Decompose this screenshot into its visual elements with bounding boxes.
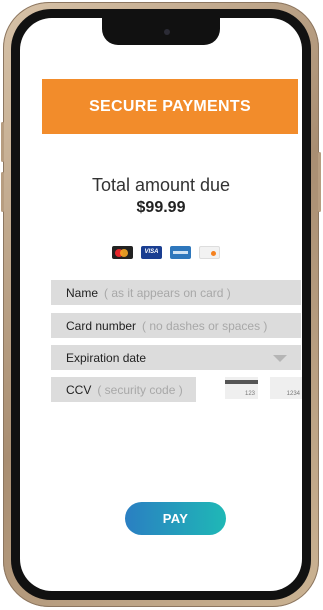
card-back-cvv-icon: 123 bbox=[225, 377, 258, 399]
pay-button[interactable]: PAY bbox=[125, 502, 226, 535]
ccv-field[interactable]: CCV ( security code ) bbox=[51, 377, 196, 402]
notch bbox=[102, 18, 220, 45]
ccv-placeholder: ( security code ) bbox=[97, 382, 183, 397]
card-number-field[interactable]: Card number ( no dashes or spaces ) bbox=[51, 313, 301, 338]
discover-icon bbox=[199, 246, 220, 259]
page-title: SECURE PAYMENTS bbox=[89, 97, 251, 115]
chevron-down-icon[interactable] bbox=[273, 355, 287, 362]
card-front-cvv-icon: 1234 bbox=[270, 377, 302, 399]
total-amount: $99.99 bbox=[136, 199, 186, 216]
card-number-placeholder: ( no dashes or spaces ) bbox=[142, 318, 268, 333]
card-number-label: Card number bbox=[66, 318, 137, 333]
expiration-date-label: Expiration date bbox=[66, 350, 147, 365]
card-back-sample: 123 bbox=[244, 391, 255, 397]
camera-icon bbox=[164, 29, 170, 35]
name-field[interactable]: Name ( as it appears on card ) bbox=[51, 280, 301, 305]
visa-icon: VISA bbox=[141, 246, 162, 259]
expiration-date-select[interactable]: Expiration date bbox=[51, 345, 301, 370]
accepted-cards: VISA bbox=[112, 246, 220, 259]
name-field-label: Name bbox=[66, 285, 99, 300]
magnetic-strip bbox=[225, 380, 258, 384]
card-front-sample: 1234 bbox=[286, 391, 300, 397]
phone-screen: SECURE PAYMENTS Total amount due $99.99 … bbox=[20, 18, 302, 591]
power-button bbox=[318, 152, 321, 212]
name-field-placeholder: ( as it appears on card ) bbox=[104, 285, 231, 300]
volume-button bbox=[1, 122, 4, 162]
ccv-label: CCV bbox=[66, 382, 92, 397]
phone-bezel: SECURE PAYMENTS Total amount due $99.99 … bbox=[11, 9, 311, 600]
mastercard-icon bbox=[112, 246, 133, 259]
amex-icon bbox=[170, 246, 191, 259]
total-label: Total amount due bbox=[91, 175, 231, 195]
phone-frame: SECURE PAYMENTS Total amount due $99.99 … bbox=[1, 2, 321, 607]
header-bar: SECURE PAYMENTS bbox=[42, 79, 298, 134]
volume-button bbox=[1, 172, 4, 212]
